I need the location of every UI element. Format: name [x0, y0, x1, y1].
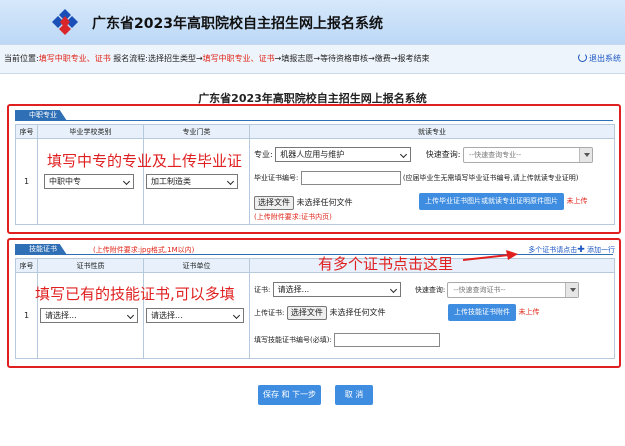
certificate-table: 序号 证书性质 证书单位 1 请选择... 请选择... 证书: 请选择... …	[15, 258, 615, 359]
major-quick-search[interactable]: --快速查询专业--	[463, 147, 594, 163]
quick-search-placeholder: --快速查询证书--	[453, 286, 506, 294]
flow-arrow: →	[368, 54, 375, 63]
choose-file-button[interactable]: 选择文件	[254, 196, 294, 210]
dropdown-icon	[579, 148, 593, 162]
page-title: 广东省2023年高职院校自主招生网上报名系统	[198, 92, 427, 105]
unit-value: 请选择...	[151, 311, 183, 320]
add-row-link[interactable]: 添加一行	[587, 246, 615, 254]
arrow-icon	[463, 250, 518, 261]
category-select[interactable]: 加工制造类	[146, 174, 238, 189]
breadcrumb: 当前位置:填写中职专业、证书 报名流程:选择招生类型→填写中职专业、证书→填报志…	[0, 44, 625, 74]
chevron-down-icon	[389, 285, 397, 294]
upload-requirements: (上传附件要求:jpg格式,1M以内)	[93, 246, 195, 254]
cert-value: 请选择...	[277, 285, 310, 294]
flow-step: 缴费	[374, 54, 391, 63]
annotation-certificates: 填写已有的技能证书,可以多填	[35, 285, 235, 303]
no-file-text: 未选择任何文件	[329, 308, 386, 317]
col-index: 序号	[15, 124, 38, 139]
row-index: 1	[15, 138, 38, 225]
flow-step: 报考结束	[397, 54, 430, 63]
annotation-major: 填写中专的专业及上传毕业证	[47, 152, 243, 170]
upload-status: 未上传	[566, 197, 588, 205]
col-school-type: 毕业学校类别	[37, 124, 144, 139]
col-unit: 证书单位	[143, 258, 250, 273]
app-header: 广东省2023年高职院校自主招生网上报名系统	[0, 0, 625, 44]
chevron-down-icon	[400, 150, 408, 159]
logout-label: 退出系统	[589, 54, 621, 63]
no-file-text: 未选择任何文件	[296, 198, 353, 207]
flow-step: 填报志愿	[281, 54, 314, 63]
cert-label: 证书:	[254, 286, 271, 294]
annotation-more-certs: 有多个证书点击这里	[318, 255, 454, 273]
skill-cert-no-label: 填写技能证书编号(必填):	[254, 336, 332, 344]
logout-link[interactable]: 退出系统	[578, 45, 621, 73]
upload-status: 未上传	[518, 308, 540, 316]
upload-hint: (上传附件要求:证书内页)	[254, 213, 332, 221]
school-type-value: 中职中专	[49, 177, 81, 186]
chevron-down-icon	[232, 311, 241, 320]
power-icon	[578, 53, 587, 62]
table-header-row: 序号 证书性质 证书单位	[15, 258, 615, 273]
tab-underline	[15, 120, 613, 121]
more-certs-link[interactable]: 多个证书请点击	[528, 246, 577, 254]
system-title: 广东省2023年高职院校自主招生网上报名系统	[92, 16, 383, 32]
col-index: 序号	[15, 258, 38, 273]
category-value: 加工制造类	[151, 177, 191, 186]
cert-no-label: 毕业证书编号:	[254, 174, 299, 182]
quick-search-label: 快速查询:	[425, 150, 461, 159]
major-select[interactable]: 机器人应用与维护	[275, 147, 412, 162]
cert-quick-search[interactable]: --快速查询证书--	[447, 282, 580, 298]
cancel-button[interactable]: 取 消	[335, 385, 373, 405]
major-value: 机器人应用与维护	[280, 150, 345, 159]
flow-step: 选择招生类型	[147, 54, 196, 63]
upload-cert-label: 上传证书:	[254, 309, 285, 317]
nature-select[interactable]: 请选择...	[40, 308, 138, 323]
chevron-down-icon	[126, 311, 135, 320]
cert-no-input[interactable]	[300, 171, 401, 185]
col-category: 专业门类	[143, 124, 250, 139]
unit-select[interactable]: 请选择...	[146, 308, 244, 323]
cert-select[interactable]: 请选择...	[272, 282, 401, 297]
chevron-down-icon	[226, 177, 235, 186]
col-nature: 证书性质	[37, 258, 144, 273]
flow-step-current: 填写中职专业、证书	[202, 54, 275, 63]
crumb-prefix: 当前位置:	[4, 54, 39, 63]
dropdown-icon	[565, 283, 579, 297]
school-type-select[interactable]: 中职中专	[44, 174, 134, 189]
flow-arrow: →	[195, 54, 203, 63]
major-table: 序号 毕业学校类别 专业门类 就读专业 1 中职中专 加工制造类 专业: 机器人…	[15, 124, 615, 225]
quick-search-label: 快速查询:	[414, 286, 446, 294]
choose-file-button[interactable]: 选择文件	[286, 306, 327, 320]
table-header-row: 序号 毕业学校类别 专业门类 就读专业	[15, 124, 615, 139]
flow-step: 等待资格审核	[320, 54, 369, 63]
quick-search-placeholder: --快速查询专业--	[469, 151, 522, 159]
crumb-current: 填写中职专业、证书	[38, 54, 111, 63]
flow-label: 报名流程:	[113, 54, 148, 63]
chevron-down-icon	[122, 177, 131, 186]
upload-graduation-button[interactable]: 上传毕业证书图片或就读专业证明原件图片	[419, 193, 564, 210]
logo-icon	[52, 9, 78, 35]
nature-value: 请选择...	[45, 311, 77, 320]
col-major: 就读专业	[249, 124, 615, 139]
major-label: 专业:	[254, 150, 273, 159]
cert-no-note: (应届毕业生无需填写毕业证书编号,请上传就读专业证明)	[402, 174, 579, 182]
plus-icon: ✚	[577, 245, 585, 255]
upload-skill-cert-button[interactable]: 上传技能证书附件	[448, 304, 516, 321]
save-next-button[interactable]: 保存 和 下一步	[258, 385, 321, 405]
skill-cert-no-input[interactable]	[334, 333, 441, 347]
